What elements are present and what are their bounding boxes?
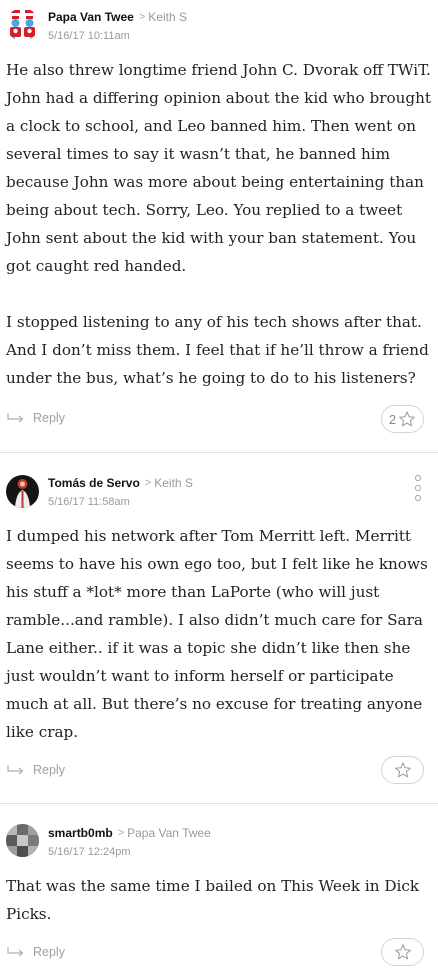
- avatar-image-cat-hat: [6, 8, 39, 41]
- author-name[interactable]: Papa Van Twee: [48, 10, 134, 24]
- comment: Papa Van Twee > Keith S 5/16/17 10:11am …: [0, 0, 438, 452]
- reply-label: Reply: [33, 945, 65, 959]
- avatar[interactable]: [6, 475, 39, 508]
- reply-button[interactable]: Reply: [7, 411, 65, 425]
- reply-arrow-icon: [7, 413, 24, 423]
- recommend-button[interactable]: [381, 756, 424, 784]
- comment: smartb0mb > Papa Van Twee 5/16/17 12:24p…: [0, 804, 438, 979]
- recommend-button[interactable]: [381, 938, 424, 966]
- comment-body: He also threw longtime friend John C. Dv…: [6, 56, 432, 392]
- avatar[interactable]: [6, 8, 39, 41]
- reply-button[interactable]: Reply: [7, 763, 65, 777]
- author-name[interactable]: Tomás de Servo: [48, 476, 140, 490]
- more-vertical-icon[interactable]: [414, 474, 422, 502]
- recommend-button[interactable]: 2: [381, 405, 424, 433]
- star-icon: [399, 411, 415, 427]
- reply-to-name[interactable]: Keith S: [154, 476, 193, 490]
- star-icon: [394, 762, 411, 778]
- author-name[interactable]: smartb0mb: [48, 826, 113, 840]
- chevron-right-icon: >: [117, 827, 125, 839]
- comment-header: smartb0mb > Papa Van Twee: [48, 826, 211, 840]
- reply-arrow-icon: [7, 765, 24, 775]
- reply-label: Reply: [33, 763, 65, 777]
- comment: Tomás de Servo > Keith S 5/16/17 11:58am…: [0, 453, 438, 803]
- comment-paragraph: He also threw longtime friend John C. Dv…: [6, 61, 432, 275]
- timestamp[interactable]: 5/16/17 11:58am: [48, 496, 130, 508]
- reply-button[interactable]: Reply: [7, 945, 65, 959]
- avatar-image-figure: [6, 475, 39, 508]
- timestamp[interactable]: 5/16/17 12:24pm: [48, 846, 131, 858]
- avatar[interactable]: [6, 824, 39, 857]
- comment-body: I dumped his network after Tom Merritt l…: [6, 522, 432, 746]
- recommend-count: 2: [388, 411, 397, 427]
- comment-paragraph: I stopped listening to any of his tech s…: [6, 313, 429, 387]
- comment-body: That was the same time I bailed on This …: [6, 872, 432, 928]
- reply-to-name[interactable]: Keith S: [148, 10, 187, 24]
- comment-paragraph: That was the same time I bailed on This …: [6, 877, 420, 923]
- comment-paragraph: I dumped his network after Tom Merritt l…: [6, 527, 428, 741]
- reply-label: Reply: [33, 411, 65, 425]
- avatar-image-pixelated: [6, 824, 39, 857]
- chevron-right-icon: >: [144, 477, 152, 489]
- star-icon: [394, 944, 411, 960]
- chevron-right-icon: >: [138, 11, 146, 23]
- timestamp[interactable]: 5/16/17 10:11am: [48, 30, 130, 42]
- reply-arrow-icon: [7, 947, 24, 957]
- comment-header: Tomás de Servo > Keith S: [48, 476, 193, 490]
- reply-to-name[interactable]: Papa Van Twee: [127, 826, 211, 840]
- comment-header: Papa Van Twee > Keith S: [48, 10, 187, 24]
